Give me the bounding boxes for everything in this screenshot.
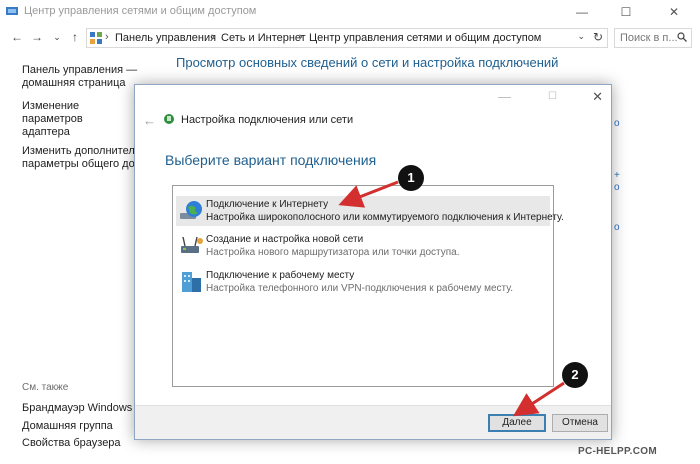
partial-link-fragment[interactable]: + bbox=[614, 170, 620, 181]
dialog-back-button[interactable]: ← bbox=[143, 113, 156, 128]
dialog-close-button[interactable]: ✕ bbox=[592, 89, 603, 105]
link-text: домашняя страница bbox=[22, 77, 126, 89]
control-panel-home-link[interactable]: Панель управления — домашняя страница bbox=[22, 64, 142, 90]
address-dropdown-icon[interactable]: ⌄ bbox=[577, 31, 585, 42]
cancel-button[interactable]: Отмена bbox=[552, 414, 608, 432]
breadcrumb-separator: › bbox=[299, 31, 303, 43]
address-bar[interactable]: › Панель управления › Сеть и Интернет › … bbox=[86, 28, 608, 48]
workplace-vpn-icon bbox=[182, 272, 201, 292]
option-description: Настройка широкополосного или коммутируе… bbox=[206, 212, 564, 223]
dialog-footer: Далее Отмена bbox=[135, 405, 611, 439]
breadcrumb-control-panel[interactable]: Панель управления bbox=[115, 32, 216, 44]
connection-options-list: Подключение к Интернету Настройка широко… bbox=[172, 185, 564, 387]
network-setup-icon bbox=[164, 114, 174, 124]
link-text: Изменение параметров bbox=[22, 100, 83, 125]
search-placeholder: Поиск в п... bbox=[620, 32, 678, 44]
forward-button[interactable]: → bbox=[30, 30, 44, 44]
partial-link-fragment[interactable]: o bbox=[614, 182, 620, 193]
option-title: Подключение к Интернету bbox=[206, 199, 329, 210]
next-button[interactable]: Далее bbox=[488, 414, 546, 432]
page-title: Просмотр основных сведений о сети и наст… bbox=[176, 55, 559, 70]
option-internet-connection[interactable]: Подключение к Интернету Настройка широко… bbox=[176, 196, 564, 226]
dialog-maximize-button[interactable]: ☐ bbox=[548, 91, 557, 102]
advanced-sharing-settings-link[interactable]: Изменить дополнительные параметры общего… bbox=[22, 145, 134, 171]
dialog-heading: Выберите вариант подключения bbox=[165, 152, 377, 168]
link-text: Панель управления — bbox=[22, 64, 138, 76]
link-text: параметры общего досту bbox=[22, 158, 134, 170]
partial-link-fragment[interactable]: o bbox=[614, 118, 620, 129]
option-new-network[interactable]: Создание и настройка новой сети Настройк… bbox=[176, 231, 550, 261]
maximize-button[interactable]: ☐ bbox=[604, 0, 648, 24]
link-text: Изменить дополнительные bbox=[22, 145, 134, 157]
dialog-minimize-button[interactable]: — bbox=[498, 89, 511, 104]
setup-connection-dialog: — ☐ ✕ ← Настройка подключения или сети В… bbox=[134, 84, 612, 440]
window-title: Центр управления сетями и общим доступом bbox=[24, 5, 257, 17]
see-also-list: Брандмауэр Windows Домашняя группа Свойс… bbox=[22, 400, 132, 453]
option-description: Настройка телефонного или VPN-подключени… bbox=[206, 283, 513, 294]
option-title: Создание и настройка новой сети bbox=[206, 234, 364, 245]
network-center-icon bbox=[6, 7, 18, 15]
option-workplace[interactable]: Подключение к рабочему месту Настройка т… bbox=[176, 267, 550, 297]
partial-link-fragment[interactable]: o bbox=[614, 222, 620, 233]
dialog-title: Настройка подключения или сети bbox=[181, 114, 354, 126]
change-adapter-settings-link[interactable]: Изменение параметров адаптера bbox=[22, 100, 142, 139]
back-button[interactable]: ← bbox=[10, 30, 24, 44]
watermark-text: PC-HELPP.COM bbox=[578, 446, 657, 457]
close-button[interactable]: ✕ bbox=[652, 0, 696, 24]
router-icon bbox=[181, 236, 203, 253]
recent-locations-dropdown[interactable]: ⌄ bbox=[50, 30, 64, 44]
option-description: Настройка нового маршрутизатора или точк… bbox=[206, 247, 460, 258]
breadcrumb-network-internet[interactable]: Сеть и Интернет bbox=[221, 32, 306, 44]
globe-network-icon bbox=[180, 201, 202, 219]
refresh-button[interactable]: ↻ bbox=[593, 30, 603, 44]
link-text: адаптера bbox=[22, 126, 70, 138]
annotation-marker-1: 1 bbox=[398, 165, 424, 191]
search-icon bbox=[677, 32, 687, 42]
homegroup-link[interactable]: Домашняя группа bbox=[22, 418, 132, 436]
breadcrumb-separator: › bbox=[211, 31, 215, 43]
up-button[interactable]: ↑ bbox=[68, 30, 82, 44]
search-input[interactable]: Поиск в п... bbox=[614, 28, 692, 48]
annotation-marker-2: 2 bbox=[562, 362, 588, 388]
browser-properties-link[interactable]: Свойства браузера bbox=[22, 435, 132, 453]
firewall-link[interactable]: Брандмауэр Windows bbox=[22, 400, 132, 418]
control-panel-icon bbox=[90, 32, 102, 44]
window-titlebar: Центр управления сетями и общим доступом… bbox=[0, 0, 700, 24]
breadcrumb-separator: › bbox=[105, 31, 109, 43]
minimize-button[interactable]: — bbox=[560, 0, 604, 24]
breadcrumb-network-center[interactable]: Центр управления сетями и общим доступом bbox=[309, 32, 541, 44]
see-also-label: См. также bbox=[22, 382, 69, 393]
address-row: ← → ⌄ ↑ › Панель управления › Сеть и Инт… bbox=[0, 26, 700, 50]
option-title: Подключение к рабочему месту bbox=[206, 270, 355, 281]
left-pane: Панель управления — домашняя страница Из… bbox=[22, 64, 142, 171]
